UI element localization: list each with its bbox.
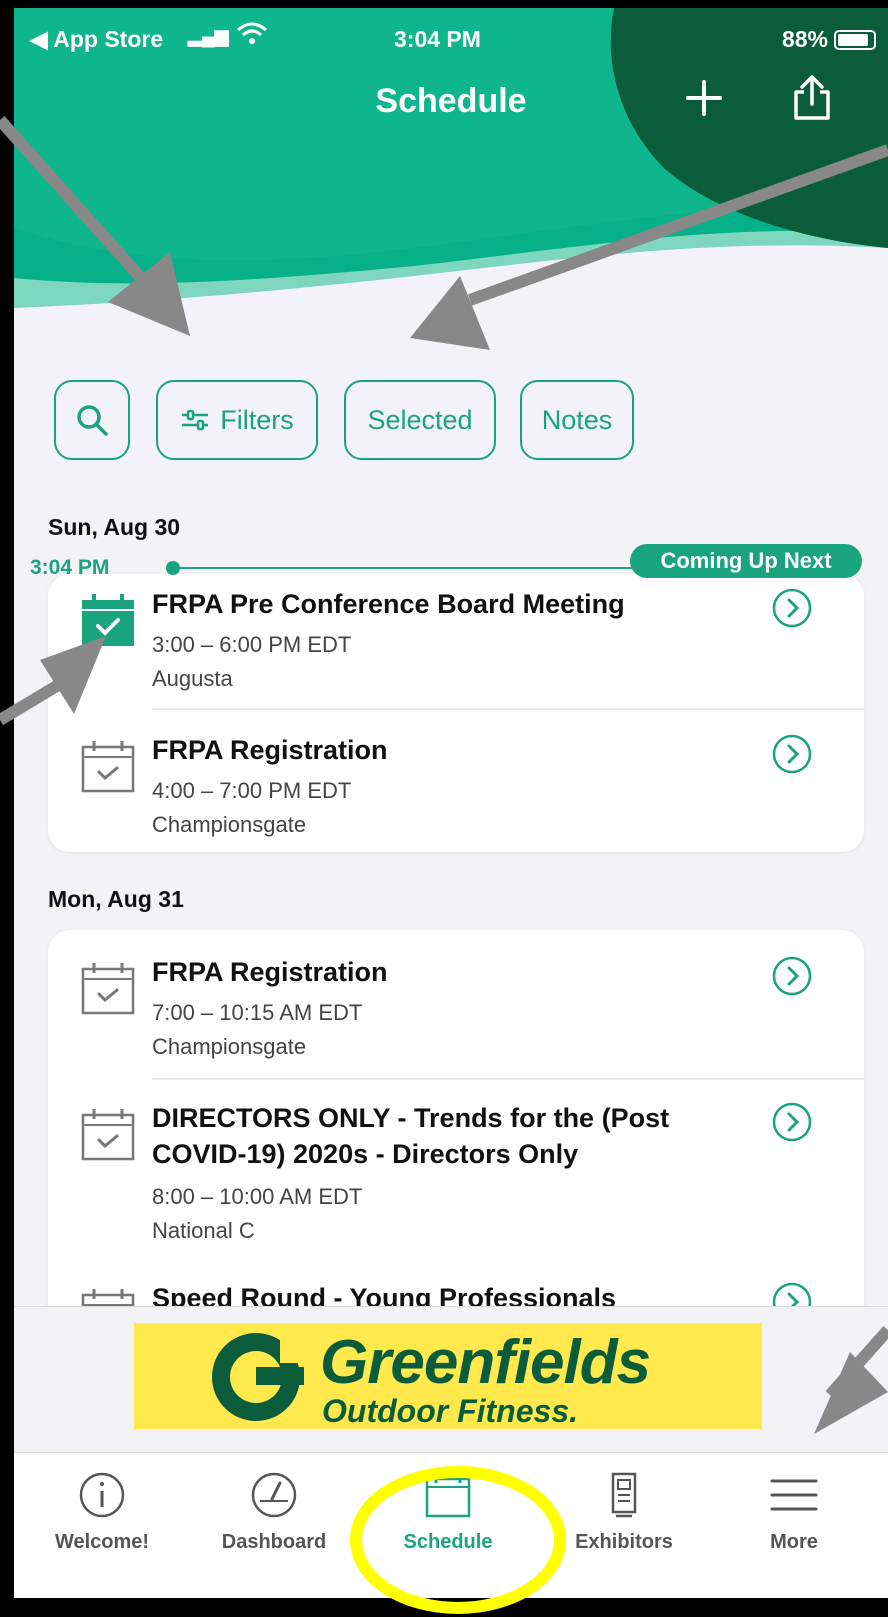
sponsor-ad[interactable]: Greenfields Outdoor Fitness. xyxy=(134,1323,762,1429)
signal-icon: ▂▄▆ xyxy=(188,26,229,46)
current-time-label: 3:04 PM xyxy=(30,556,110,579)
header-wave xyxy=(14,8,888,328)
plus-icon xyxy=(686,80,722,116)
chevron-right-icon[interactable] xyxy=(772,734,812,774)
tab-exhibitors[interactable]: Exhibitors xyxy=(544,1453,704,1573)
day-header: Mon, Aug 31 xyxy=(48,886,184,912)
calendar-check-icon[interactable] xyxy=(80,1106,136,1162)
search-icon xyxy=(77,405,108,436)
day-card: FRPA Pre Conference Board Meeting 3:00 –… xyxy=(48,574,864,852)
calendar-check-icon[interactable] xyxy=(80,592,136,648)
ad-brand: Greenfields xyxy=(320,1328,651,1397)
booth-icon xyxy=(611,1472,637,1518)
tab-label: Welcome! xyxy=(54,1531,150,1553)
ad-tagline: Outdoor Fitness. xyxy=(322,1393,578,1429)
tab-welcome[interactable]: Welcome! xyxy=(22,1453,182,1573)
sliders-icon xyxy=(182,409,209,431)
row-divider xyxy=(152,708,864,710)
notes-label: Notes xyxy=(541,404,613,435)
event-row[interactable]: FRPA Pre Conference Board Meeting 3:00 –… xyxy=(48,586,864,706)
menu-icon xyxy=(770,1479,818,1511)
selected-button[interactable]: Selected xyxy=(344,380,496,460)
info-icon xyxy=(79,1472,125,1518)
event-title: DIRECTORS ONLY - Trends for the (Post CO… xyxy=(152,1103,670,1169)
tab-schedule[interactable]: Schedule xyxy=(368,1453,528,1573)
tab-label: Schedule xyxy=(403,1531,493,1553)
battery-icon xyxy=(834,29,876,50)
tab-more[interactable]: More xyxy=(714,1453,874,1573)
event-row[interactable]: FRPA Registration 4:00 – 7:00 PM EDT Cha… xyxy=(48,732,864,842)
selected-label: Selected xyxy=(367,404,473,435)
event-location: Championsgate xyxy=(152,1034,307,1059)
app-screen: ◀ App Store ▂▄▆ 3:04 PM 88% Schedule Fil… xyxy=(14,8,888,1598)
gauge-icon xyxy=(251,1472,297,1518)
share-button[interactable] xyxy=(784,70,840,126)
chevron-right-icon[interactable] xyxy=(772,588,812,628)
notes-button[interactable]: Notes xyxy=(520,380,634,460)
event-time: 3:00 – 6:00 PM EDT xyxy=(152,632,352,657)
status-bar: ◀ App Store ▂▄▆ 3:04 PM 88% xyxy=(14,22,888,56)
status-time: 3:04 PM xyxy=(394,26,481,52)
calendar-check-icon[interactable] xyxy=(80,960,136,1016)
event-row[interactable]: DIRECTORS ONLY - Trends for the (Post CO… xyxy=(48,1100,864,1250)
event-title: FRPA Registration xyxy=(152,735,388,765)
tab-dashboard[interactable]: Dashboard xyxy=(194,1453,354,1573)
day-card: FRPA Registration 7:00 – 10:15 AM EDT Ch… xyxy=(48,930,864,1350)
calendar-icon xyxy=(425,1474,471,1518)
event-title: FRPA Registration xyxy=(152,957,388,987)
battery-indicator: 88% xyxy=(782,26,876,53)
tab-label: Dashboard xyxy=(221,1531,327,1553)
event-title: FRPA Pre Conference Board Meeting xyxy=(152,589,625,619)
chevron-right-icon[interactable] xyxy=(772,956,812,996)
event-time: 8:00 – 10:00 AM EDT xyxy=(152,1184,363,1209)
event-location: National C xyxy=(152,1218,255,1243)
header-background xyxy=(14,8,888,328)
coming-up-next-badge: Coming Up Next xyxy=(630,544,862,578)
share-icon xyxy=(794,75,830,120)
filters-button[interactable]: Filters xyxy=(156,380,318,460)
tab-bar: Welcome! Dashboard Schedule Exhibitors M… xyxy=(14,1452,888,1598)
calendar-check-icon[interactable] xyxy=(80,738,136,794)
tab-label: Exhibitors xyxy=(575,1531,673,1553)
wifi-icon xyxy=(236,22,268,52)
battery-percent: 88% xyxy=(781,26,828,52)
filters-label: Filters xyxy=(220,404,294,435)
event-row[interactable]: FRPA Registration 7:00 – 10:15 AM EDT Ch… xyxy=(48,954,864,1074)
event-time: 4:00 – 7:00 PM EDT xyxy=(152,778,352,803)
tab-label: More xyxy=(770,1531,818,1553)
event-location: Augusta xyxy=(152,666,233,691)
event-location: Championsgate xyxy=(152,812,307,837)
search-button[interactable] xyxy=(54,380,130,460)
add-button[interactable] xyxy=(676,70,732,126)
day-header: Sun, Aug 30 xyxy=(48,514,181,540)
chevron-right-icon[interactable] xyxy=(772,1102,812,1142)
back-to-app-store[interactable]: ◀ App Store xyxy=(30,26,163,53)
page-title: Schedule xyxy=(375,82,527,120)
row-divider xyxy=(152,1078,864,1080)
ad-banner: Greenfields Outdoor Fitness. xyxy=(14,1306,888,1453)
event-time: 7:00 – 10:15 AM EDT xyxy=(152,1000,363,1025)
